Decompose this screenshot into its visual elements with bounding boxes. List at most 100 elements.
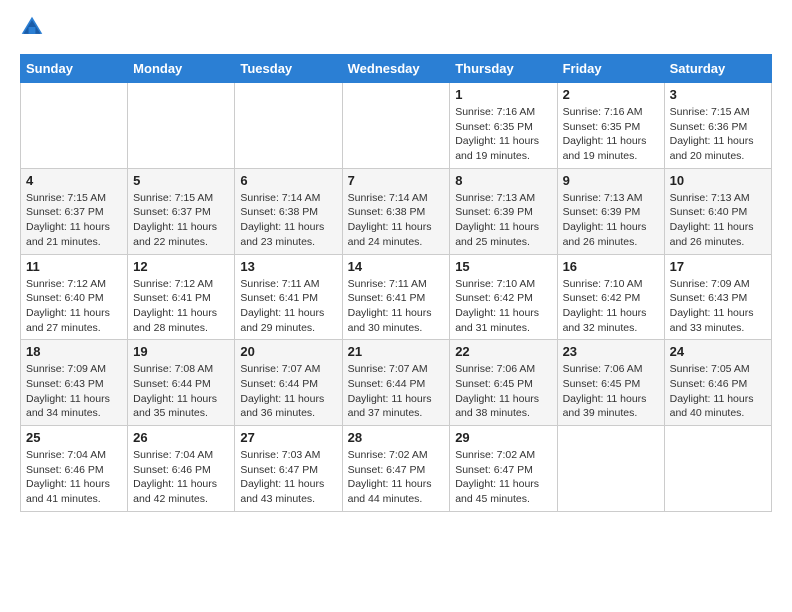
day-number: 15	[455, 259, 551, 274]
calendar-cell: 8 Sunrise: 7:13 AM Sunset: 6:39 PM Daylig…	[450, 168, 557, 254]
calendar-cell: 19 Sunrise: 7:08 AM Sunset: 6:44 PM Dayli…	[128, 340, 235, 426]
day-info: Sunrise: 7:15 AM Sunset: 6:36 PM Dayligh…	[670, 105, 766, 164]
day-info: Sunrise: 7:13 AM Sunset: 6:39 PM Dayligh…	[455, 191, 551, 250]
day-number: 16	[563, 259, 659, 274]
day-number: 7	[348, 173, 445, 188]
calendar-cell: 5 Sunrise: 7:15 AM Sunset: 6:37 PM Daylig…	[128, 168, 235, 254]
calendar-cell: 1 Sunrise: 7:16 AM Sunset: 6:35 PM Daylig…	[450, 83, 557, 169]
calendar-cell: 9Sunrise: 7:13 AM Sunset: 6:39 PM Daylig…	[557, 168, 664, 254]
day-number: 21	[348, 344, 445, 359]
day-info: Sunrise: 7:10 AM Sunset: 6:42 PM Dayligh…	[455, 277, 551, 336]
day-info: Sunrise: 7:08 AM Sunset: 6:44 PM Dayligh…	[133, 362, 229, 421]
day-number: 13	[240, 259, 336, 274]
calendar-cell: 4 Sunrise: 7:15 AM Sunset: 6:37 PM Daylig…	[21, 168, 128, 254]
day-number: 6	[240, 173, 336, 188]
calendar-cell: 16 Sunrise: 7:10 AM Sunset: 6:42 PM Dayli…	[557, 254, 664, 340]
day-header-tuesday: Tuesday	[235, 55, 342, 83]
page-header	[20, 15, 772, 44]
day-info: Sunrise: 7:05 AM Sunset: 6:46 PM Dayligh…	[670, 362, 766, 421]
day-info: Sunrise: 7:12 AM Sunset: 6:40 PM Dayligh…	[26, 277, 122, 336]
day-number: 23	[563, 344, 659, 359]
day-header-thursday: Thursday	[450, 55, 557, 83]
day-info: Sunrise: 7:03 AM Sunset: 6:47 PM Dayligh…	[240, 448, 336, 507]
day-number: 26	[133, 430, 229, 445]
day-info: Sunrise: 7:13 AM Sunset: 6:40 PM Dayligh…	[670, 191, 766, 250]
week-row-4: 18 Sunrise: 7:09 AM Sunset: 6:43 PM Dayli…	[21, 340, 772, 426]
day-info: Sunrise: 7:14 AM Sunset: 6:38 PM Dayligh…	[348, 191, 445, 250]
day-header-sunday: Sunday	[21, 55, 128, 83]
day-number: 14	[348, 259, 445, 274]
day-number: 10	[670, 173, 766, 188]
day-number: 9	[563, 173, 659, 188]
day-info: Sunrise: 7:15 AM Sunset: 6:37 PM Dayligh…	[133, 191, 229, 250]
day-info: Sunrise: 7:06 AM Sunset: 6:45 PM Dayligh…	[455, 362, 551, 421]
calendar-cell: 10 Sunrise: 7:13 AM Sunset: 6:40 PM Dayli…	[664, 168, 771, 254]
day-info: Sunrise: 7:07 AM Sunset: 6:44 PM Dayligh…	[240, 362, 336, 421]
calendar-cell: 17Sunrise: 7:09 AM Sunset: 6:43 PM Dayli…	[664, 254, 771, 340]
calendar-cell: 3Sunrise: 7:15 AM Sunset: 6:36 PM Daylig…	[664, 83, 771, 169]
day-number: 28	[348, 430, 445, 445]
day-number: 20	[240, 344, 336, 359]
day-info: Sunrise: 7:04 AM Sunset: 6:46 PM Dayligh…	[133, 448, 229, 507]
calendar-cell: 26 Sunrise: 7:04 AM Sunset: 6:46 PM Dayli…	[128, 426, 235, 512]
calendar-cell: 6 Sunrise: 7:14 AM Sunset: 6:38 PM Daylig…	[235, 168, 342, 254]
day-number: 22	[455, 344, 551, 359]
day-number: 1	[455, 87, 551, 102]
day-info: Sunrise: 7:02 AM Sunset: 6:47 PM Dayligh…	[455, 448, 551, 507]
day-info: Sunrise: 7:12 AM Sunset: 6:41 PM Dayligh…	[133, 277, 229, 336]
day-number: 17	[670, 259, 766, 274]
week-row-2: 4 Sunrise: 7:15 AM Sunset: 6:37 PM Daylig…	[21, 168, 772, 254]
logo	[20, 15, 48, 44]
week-row-3: 11 Sunrise: 7:12 AM Sunset: 6:40 PM Dayli…	[21, 254, 772, 340]
calendar-cell: 27 Sunrise: 7:03 AM Sunset: 6:47 PM Dayli…	[235, 426, 342, 512]
calendar-cell: 28 Sunrise: 7:02 AM Sunset: 6:47 PM Dayli…	[342, 426, 450, 512]
day-number: 29	[455, 430, 551, 445]
calendar-cell: 29 Sunrise: 7:02 AM Sunset: 6:47 PM Dayli…	[450, 426, 557, 512]
day-header-wednesday: Wednesday	[342, 55, 450, 83]
calendar-cell: 24 Sunrise: 7:05 AM Sunset: 6:46 PM Dayli…	[664, 340, 771, 426]
day-header-friday: Friday	[557, 55, 664, 83]
day-info: Sunrise: 7:06 AM Sunset: 6:45 PM Dayligh…	[563, 362, 659, 421]
day-info: Sunrise: 7:11 AM Sunset: 6:41 PM Dayligh…	[348, 277, 445, 336]
calendar-cell: 7 Sunrise: 7:14 AM Sunset: 6:38 PM Daylig…	[342, 168, 450, 254]
calendar-body: 1 Sunrise: 7:16 AM Sunset: 6:35 PM Daylig…	[21, 83, 772, 512]
calendar-cell	[128, 83, 235, 169]
day-number: 27	[240, 430, 336, 445]
day-number: 8	[455, 173, 551, 188]
day-number: 11	[26, 259, 122, 274]
day-info: Sunrise: 7:15 AM Sunset: 6:37 PM Dayligh…	[26, 191, 122, 250]
week-row-1: 1 Sunrise: 7:16 AM Sunset: 6:35 PM Daylig…	[21, 83, 772, 169]
calendar-cell: 15 Sunrise: 7:10 AM Sunset: 6:42 PM Dayli…	[450, 254, 557, 340]
day-info: Sunrise: 7:02 AM Sunset: 6:47 PM Dayligh…	[348, 448, 445, 507]
day-info: Sunrise: 7:07 AM Sunset: 6:44 PM Dayligh…	[348, 362, 445, 421]
day-number: 4	[26, 173, 122, 188]
calendar-cell: 18 Sunrise: 7:09 AM Sunset: 6:43 PM Dayli…	[21, 340, 128, 426]
day-number: 25	[26, 430, 122, 445]
calendar-cell	[235, 83, 342, 169]
calendar-cell: 20 Sunrise: 7:07 AM Sunset: 6:44 PM Dayli…	[235, 340, 342, 426]
week-row-5: 25 Sunrise: 7:04 AM Sunset: 6:46 PM Dayli…	[21, 426, 772, 512]
calendar-table: SundayMondayTuesdayWednesdayThursdayFrid…	[20, 54, 772, 512]
calendar-cell: 21 Sunrise: 7:07 AM Sunset: 6:44 PM Dayli…	[342, 340, 450, 426]
logo-icon	[20, 15, 44, 39]
day-number: 5	[133, 173, 229, 188]
day-info: Sunrise: 7:16 AM Sunset: 6:35 PM Dayligh…	[455, 105, 551, 164]
calendar-cell	[21, 83, 128, 169]
day-number: 19	[133, 344, 229, 359]
calendar-cell: 22 Sunrise: 7:06 AM Sunset: 6:45 PM Dayli…	[450, 340, 557, 426]
day-info: Sunrise: 7:10 AM Sunset: 6:42 PM Dayligh…	[563, 277, 659, 336]
day-info: Sunrise: 7:09 AM Sunset: 6:43 PM Dayligh…	[26, 362, 122, 421]
day-info: Sunrise: 7:16 AM Sunset: 6:35 PM Dayligh…	[563, 105, 659, 164]
calendar-cell: 11 Sunrise: 7:12 AM Sunset: 6:40 PM Dayli…	[21, 254, 128, 340]
day-number: 12	[133, 259, 229, 274]
day-info: Sunrise: 7:14 AM Sunset: 6:38 PM Dayligh…	[240, 191, 336, 250]
day-header-monday: Monday	[128, 55, 235, 83]
calendar-cell	[664, 426, 771, 512]
day-number: 24	[670, 344, 766, 359]
calendar-header: SundayMondayTuesdayWednesdayThursdayFrid…	[21, 55, 772, 83]
day-number: 18	[26, 344, 122, 359]
calendar-cell: 14 Sunrise: 7:11 AM Sunset: 6:41 PM Dayli…	[342, 254, 450, 340]
day-info: Sunrise: 7:04 AM Sunset: 6:46 PM Dayligh…	[26, 448, 122, 507]
calendar-cell: 23 Sunrise: 7:06 AM Sunset: 6:45 PM Dayli…	[557, 340, 664, 426]
calendar-cell: 12 Sunrise: 7:12 AM Sunset: 6:41 PM Dayli…	[128, 254, 235, 340]
